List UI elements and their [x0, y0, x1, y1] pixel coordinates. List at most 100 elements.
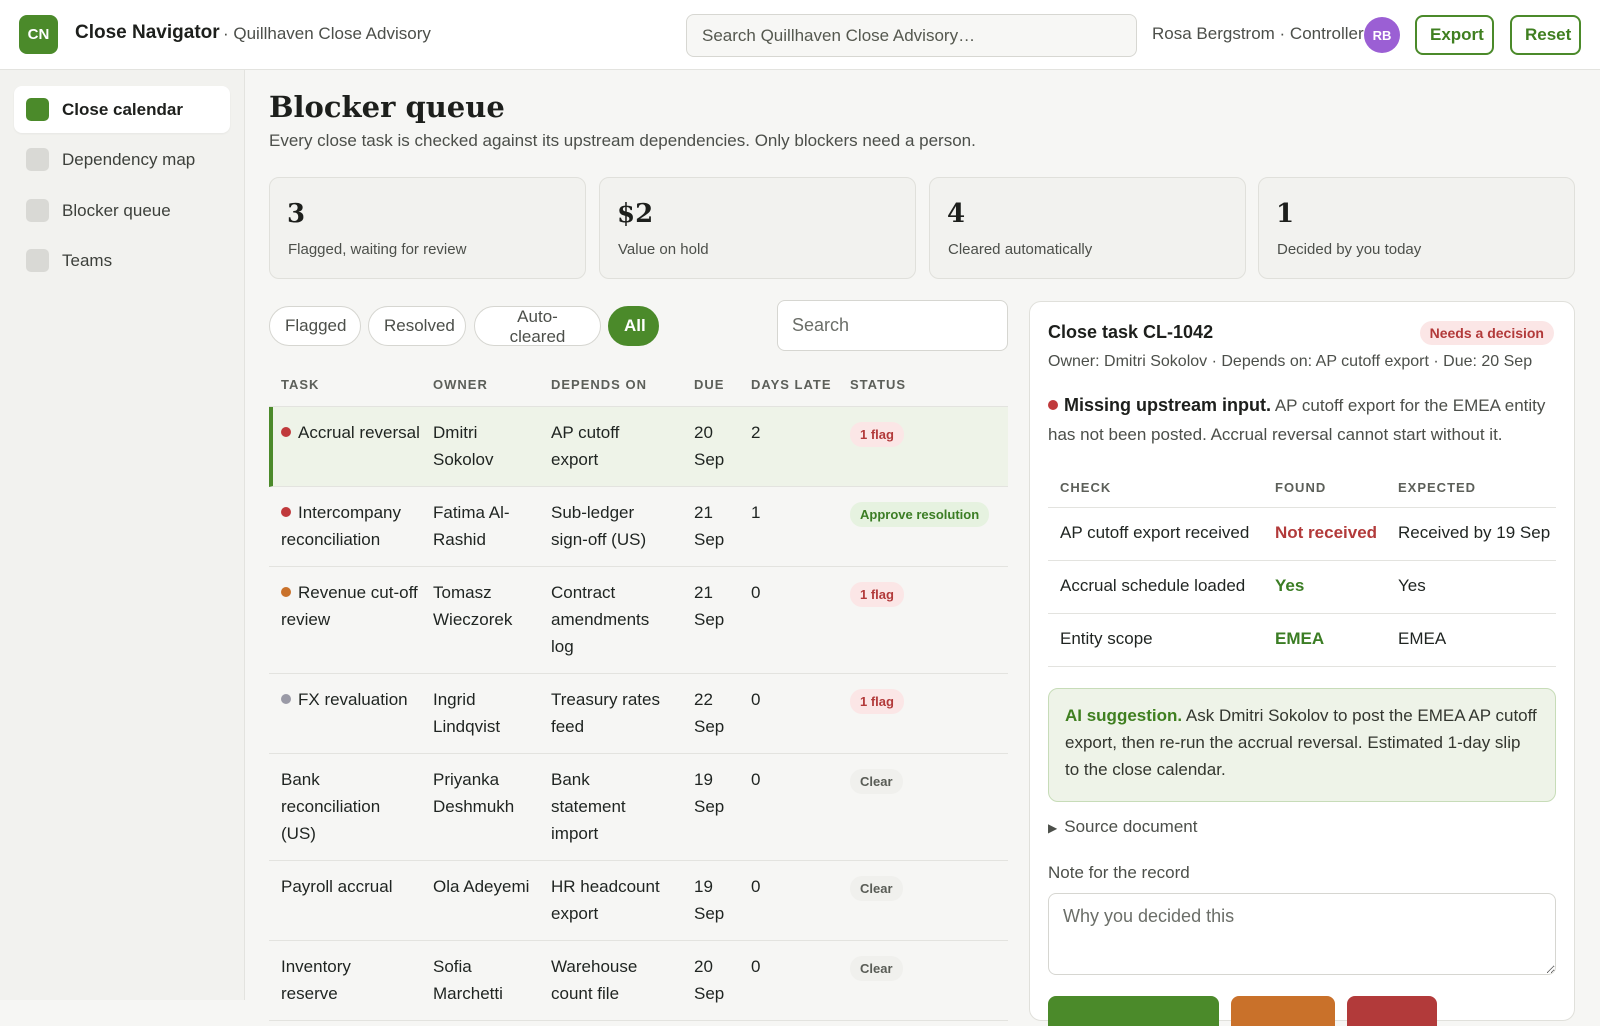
task-cell: Inventory reserve	[281, 957, 351, 1003]
table-row[interactable]: Accrual reversal Dmitri Sokolov AP cutof…	[269, 407, 1008, 487]
filter-auto-cleared[interactable]: Auto-cleared	[474, 306, 601, 346]
due-cell: 21 Sep	[694, 583, 725, 629]
sidebar-item-label: Close calendar	[62, 99, 183, 119]
check-name: Entity scope	[1060, 629, 1153, 648]
owner-cell: Fatima Al-Rashid	[433, 503, 510, 549]
sidebar-item-label: Blocker queue	[62, 200, 171, 220]
table-row[interactable]: Intercompany reconciliation Fatima Al-Ra…	[269, 487, 1008, 567]
days-late-cell: 0	[751, 770, 761, 789]
stat-card-value-on-hold: $2 Value on hold	[599, 177, 916, 279]
queue-icon	[26, 199, 49, 222]
task-name: Intercompany reconciliation	[281, 503, 401, 549]
depends-cell: Contract amendments log	[551, 583, 650, 656]
days-late-cell: 0	[751, 877, 761, 896]
reset-button[interactable]: Reset	[1510, 15, 1581, 55]
status-badge: Needs a decision	[1419, 321, 1554, 345]
status-badge: 1 flag	[850, 422, 904, 447]
depends-cell: Sub-ledger sign-off (US)	[551, 503, 647, 549]
stat-card-decided-today: 1 Decided by you today	[1258, 177, 1575, 279]
owner-cell: Ola Adeyemi	[433, 877, 530, 896]
stat-card-flagged: 3 Flagged, waiting for review	[269, 177, 586, 279]
task-name: Accrual reversal	[298, 423, 420, 442]
check-expected: Received by 19 Sep	[1398, 523, 1551, 542]
global-search-input[interactable]	[686, 14, 1137, 57]
approve-button[interactable]	[1048, 996, 1219, 1026]
filter-resolved[interactable]: Resolved	[368, 306, 466, 346]
depends-cell: AP cutoff export	[551, 423, 620, 469]
table-row[interactable]: FX revaluation Ingrid Lindqvist Treasury…	[269, 674, 1008, 754]
note-field[interactable]	[1048, 893, 1556, 975]
ai-suggestion: AI suggestion. Ask Dmitri Sokolov to pos…	[1048, 688, 1556, 802]
due-cell: 20 Sep	[694, 957, 725, 1003]
stat-value: 1	[1276, 199, 1295, 229]
app-logo[interactable]: CN	[19, 15, 58, 54]
calendar-icon	[26, 98, 49, 121]
map-icon	[26, 148, 49, 171]
top-bar: CN Close Navigator · Quillhaven Close Ad…	[0, 0, 1600, 70]
org-name: · Quillhaven Close Advisory	[223, 24, 431, 43]
column-header: CHECK	[1060, 480, 1112, 495]
sidebar-item-blocker-queue[interactable]: Blocker queue	[14, 187, 230, 234]
check-found: EMEA	[1275, 629, 1325, 648]
task-cell: Accrual reversal	[281, 419, 421, 446]
stat-value: $2	[617, 199, 654, 229]
blocker-message: Missing upstream input. AP cutoff export…	[1048, 391, 1558, 449]
stat-label: Flagged, waiting for review	[288, 241, 467, 258]
escalate-button[interactable]	[1231, 996, 1335, 1026]
table-header: TASK OWNER DEPENDS ON DUE DAYS LATE STAT…	[269, 365, 1008, 407]
check-row: Accrual schedule loaded Yes Yes	[1048, 561, 1556, 614]
export-button[interactable]: Export	[1415, 15, 1494, 55]
stat-card-auto-cleared: 4 Cleared automatically	[929, 177, 1246, 279]
avatar[interactable]: RB	[1364, 17, 1400, 53]
due-cell: 20 Sep	[694, 423, 725, 469]
column-header: FOUND	[1275, 480, 1327, 495]
note-label: Note for the record	[1048, 863, 1190, 882]
status-badge: Clear	[850, 876, 903, 901]
user-label: Rosa Bergstrom · Controller	[1152, 24, 1364, 43]
task-cell: Revenue cut-off review	[281, 579, 421, 633]
filter-flagged[interactable]: Flagged	[269, 306, 361, 346]
column-header[interactable]: TASK	[281, 377, 319, 392]
table-row[interactable]: Payroll accrual Ola Adeyemi HR headcount…	[269, 861, 1008, 941]
table-row[interactable]: Bank reconciliation (US) Priyanka Deshmu…	[269, 754, 1008, 861]
table-row[interactable]: Revenue cut-off review Tomasz Wieczorek …	[269, 567, 1008, 674]
days-late-cell: 0	[751, 957, 761, 976]
alert-dot-icon	[1048, 400, 1058, 410]
sidebar-item-label: Teams	[62, 250, 113, 270]
column-header[interactable]: DUE	[694, 377, 724, 392]
status-dot-icon	[281, 694, 291, 704]
filter-all[interactable]: All	[608, 306, 659, 346]
source-document-toggle[interactable]: ▶ Source document	[1048, 817, 1197, 837]
column-header[interactable]: DEPENDS ON	[551, 377, 647, 392]
blocker-message-title: Missing upstream input.	[1064, 395, 1272, 415]
sidebar-item-close-calendar[interactable]: Close calendar	[14, 86, 230, 133]
check-found: Not received	[1275, 523, 1378, 542]
stat-value: 3	[287, 199, 306, 229]
column-header[interactable]: DAYS LATE	[751, 377, 832, 392]
sidebar-item-label: Dependency map	[62, 149, 196, 169]
table-row[interactable]: Inventory reserve Sofia Marchetti Wareho…	[269, 941, 1008, 1021]
owner-cell: Ingrid Lindqvist	[433, 690, 501, 736]
sidebar-item-teams[interactable]: Teams	[14, 237, 230, 284]
check-name: Accrual schedule loaded	[1060, 576, 1246, 595]
depends-cell: Warehouse count file	[551, 957, 638, 1003]
status-badge: 1 flag	[850, 689, 904, 714]
check-row: Entity scope EMEA EMEA	[1048, 614, 1556, 667]
status-badge[interactable]: Approve resolution	[850, 502, 990, 527]
table-search-input[interactable]	[777, 300, 1008, 351]
task-cell: FX revaluation	[281, 686, 426, 713]
disclosure-triangle-icon: ▶	[1048, 821, 1058, 835]
depends-cell: HR headcount export	[551, 877, 660, 923]
detail-meta: Owner: Dmitri Sokolov · Depends on: AP c…	[1048, 353, 1533, 370]
column-header[interactable]: OWNER	[433, 377, 488, 392]
reject-button[interactable]	[1347, 996, 1437, 1026]
due-cell: 19 Sep	[694, 877, 725, 923]
task-cell: Intercompany reconciliation	[281, 499, 426, 553]
page-title: Blocker queue	[269, 90, 505, 124]
column-header[interactable]: STATUS	[850, 377, 906, 392]
sidebar-item-dependency-map[interactable]: Dependency map	[14, 136, 230, 183]
task-name: FX revaluation	[298, 690, 408, 709]
checks-header: CHECK FOUND EXPECTED	[1048, 466, 1556, 508]
check-row: AP cutoff export received Not received R…	[1048, 508, 1556, 561]
sidebar: Close calendar Dependency map Blocker qu…	[0, 70, 245, 1000]
